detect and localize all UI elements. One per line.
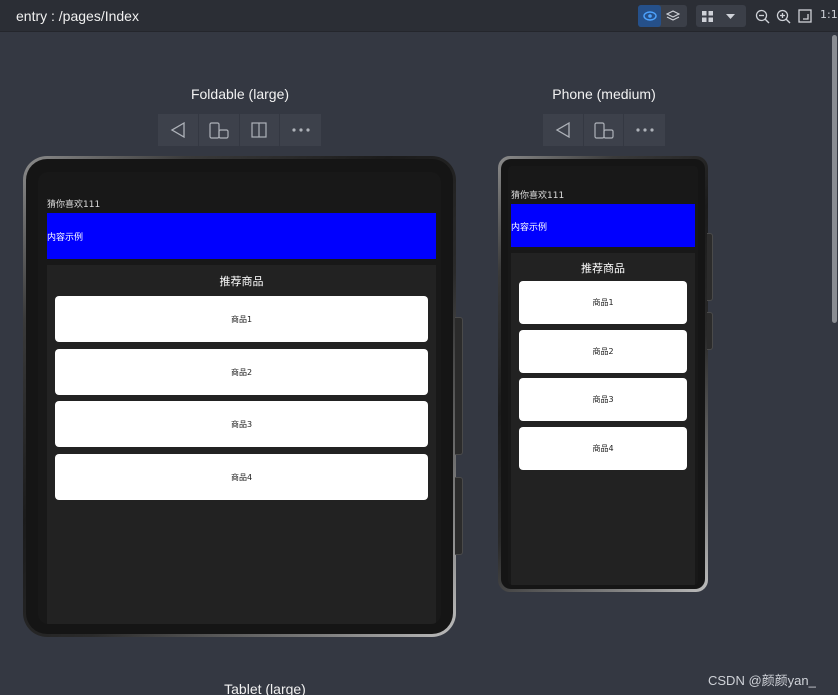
top-toolbar: entry : /pages/Index 1:1 xyxy=(0,0,838,32)
zoom-out-icon[interactable] xyxy=(753,7,771,25)
foldable-device-frame: 猜你喜欢111 内容示例 推荐商品 商品1 商品2 商品3 商品4 xyxy=(23,156,456,637)
recommend-panel: 推荐商品 商品1 商品2 商品3 商品4 xyxy=(511,253,695,585)
product-card[interactable]: 商品2 xyxy=(55,349,428,395)
fit-screen-icon[interactable] xyxy=(796,7,814,25)
page-path: entry : /pages/Index xyxy=(16,8,139,24)
banner-text: 内容示例 xyxy=(511,223,548,233)
back-icon[interactable] xyxy=(543,114,584,146)
foldable-side-button xyxy=(455,317,463,455)
device-title-tablet: Tablet (large) xyxy=(224,681,306,695)
product-card[interactable]: 商品4 xyxy=(519,427,687,470)
actual-size-button[interactable]: 1:1 xyxy=(820,8,838,21)
scrollbar-thumb[interactable] xyxy=(832,35,837,323)
layers-icon[interactable] xyxy=(661,5,684,27)
view-mode-group xyxy=(638,5,687,27)
content-banner: 内容示例 xyxy=(511,204,695,247)
watermark: CSDN @颜颜yan_ xyxy=(708,673,816,688)
recommend-title: 推荐商品 xyxy=(219,275,264,288)
device-title-phone: Phone (medium) xyxy=(552,86,656,102)
banner-text: 内容示例 xyxy=(47,233,84,243)
product-card[interactable]: 商品4 xyxy=(55,454,428,500)
back-icon[interactable] xyxy=(158,114,199,146)
grid-icon xyxy=(696,5,719,27)
phone-side-button xyxy=(707,233,713,301)
foldable-screen: 猜你喜欢111 内容示例 推荐商品 商品1 商品2 商品3 商品4 xyxy=(38,172,441,624)
foldable-side-button xyxy=(455,477,463,555)
eye-icon[interactable] xyxy=(638,5,661,27)
more-icon[interactable] xyxy=(280,114,321,146)
layout-dropdown[interactable] xyxy=(696,5,746,27)
phone-side-button xyxy=(707,312,713,350)
recommend-panel: 推荐商品 商品1 商品2 商品3 商品4 xyxy=(47,265,436,624)
recommend-title: 推荐商品 xyxy=(581,262,625,275)
product-card[interactable]: 商品3 xyxy=(55,401,428,447)
guess-you-like-text: 猜你喜欢111 xyxy=(511,191,565,201)
more-icon[interactable] xyxy=(624,114,665,146)
chevron-down-icon xyxy=(719,5,742,27)
vertical-scrollbar[interactable] xyxy=(830,32,838,695)
phone-device-frame: 猜你喜欢111 内容示例 推荐商品 商品1 商品2 商品3 商品4 xyxy=(498,156,708,592)
product-card[interactable]: 商品1 xyxy=(519,281,687,324)
fold-icon[interactable] xyxy=(240,114,281,146)
rotate-icon[interactable] xyxy=(199,114,240,146)
device-title-foldable: Foldable (large) xyxy=(190,86,290,102)
product-card[interactable]: 商品1 xyxy=(55,296,428,342)
rotate-icon[interactable] xyxy=(584,114,625,146)
foldable-control-bar xyxy=(158,114,321,146)
product-card[interactable]: 商品2 xyxy=(519,330,687,373)
phone-control-bar xyxy=(543,114,665,146)
guess-you-like-text: 猜你喜欢111 xyxy=(47,200,101,210)
phone-screen: 猜你喜欢111 内容示例 推荐商品 商品1 商品2 商品3 商品4 xyxy=(508,166,698,585)
content-banner: 内容示例 xyxy=(47,213,436,259)
product-card[interactable]: 商品3 xyxy=(519,378,687,421)
zoom-in-icon[interactable] xyxy=(774,7,792,25)
